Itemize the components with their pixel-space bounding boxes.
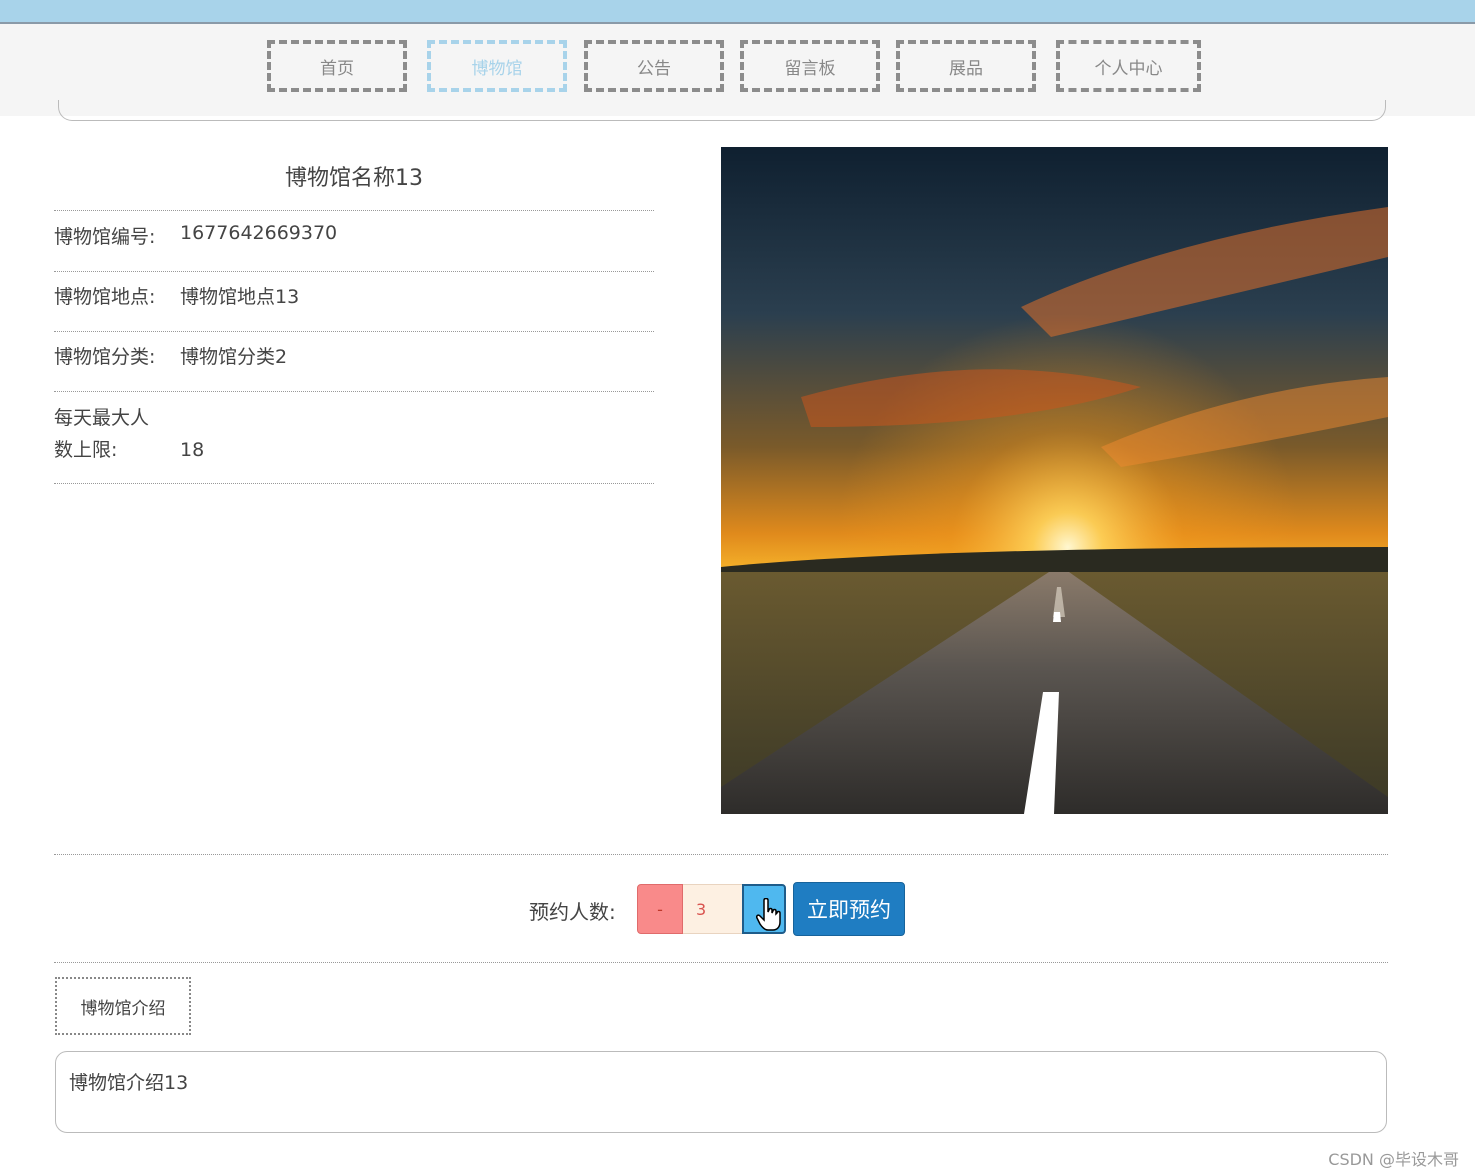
decrement-button[interactable]: -	[637, 884, 683, 934]
booking-label: 预约人数:	[529, 900, 616, 924]
divider	[54, 962, 1388, 963]
nav-item-home[interactable]: 首页	[267, 40, 407, 92]
field-label: 博物馆分类:	[54, 346, 156, 368]
nav-item-museum[interactable]: 博物馆	[427, 40, 567, 92]
tab-museum-intro[interactable]: 博物馆介绍	[55, 977, 191, 1035]
intro-content: 博物馆介绍13	[55, 1051, 1387, 1133]
hand-cursor-icon	[756, 897, 782, 936]
book-now-button[interactable]: 立即预约	[793, 882, 905, 936]
nav-divider	[58, 100, 1386, 121]
field-label: 每天最大人数上限:	[54, 407, 150, 461]
field-row-location: 博物馆地点: 博物馆地点13	[54, 282, 654, 332]
top-accent-bar	[0, 0, 1475, 24]
field-value: 博物馆分类2	[180, 346, 288, 368]
field-value: 18	[180, 439, 205, 461]
quantity-input[interactable]: 3	[683, 884, 742, 934]
nav-item-message-board[interactable]: 留言板	[740, 40, 880, 92]
museum-title: 博物馆名称13	[285, 166, 423, 191]
field-value: 博物馆地点13	[180, 286, 300, 308]
field-row-id: 博物馆编号: 1677642669370	[54, 222, 654, 272]
field-row-capacity: 每天最大人数上限: 18	[54, 402, 654, 484]
nav-item-personal-center[interactable]: 个人中心	[1056, 40, 1201, 92]
field-row-category: 博物馆分类: 博物馆分类2	[54, 342, 654, 392]
museum-photo	[721, 147, 1388, 814]
field-label: 博物馆编号:	[54, 226, 156, 248]
divider	[54, 854, 1388, 855]
field-value: 1677642669370	[180, 222, 338, 244]
nav-item-exhibits[interactable]: 展品	[896, 40, 1036, 92]
divider	[54, 210, 654, 211]
watermark: CSDN @毕设木哥	[1328, 1150, 1459, 1169]
field-label: 博物馆地点:	[54, 286, 156, 308]
nav-item-announcement[interactable]: 公告	[584, 40, 724, 92]
